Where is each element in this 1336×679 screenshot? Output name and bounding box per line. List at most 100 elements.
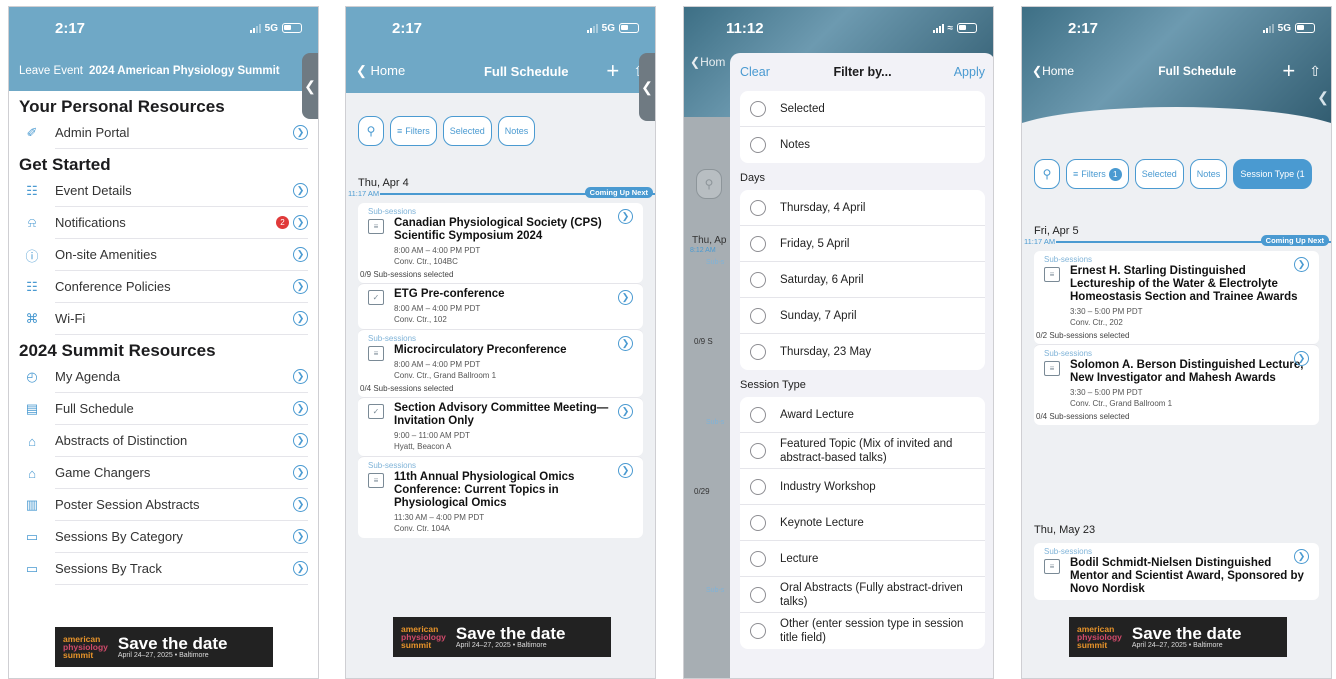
filters-button[interactable]: ≡ Filters — [390, 116, 437, 146]
session-card[interactable]: Sub-sessions ❯ ≡ Microcirculatory Preconfer… — [358, 329, 643, 397]
summit-logo: american physiology summit — [401, 624, 446, 650]
day-option[interactable]: Saturday, 6 April — [740, 262, 985, 298]
session-title: 11th Annual Physiological Omics Conferen… — [394, 471, 575, 509]
radio-icon[interactable] — [750, 100, 766, 117]
chevron-right-icon[interactable]: ❯ — [618, 336, 633, 351]
chevron-right-icon[interactable]: ❯ — [1294, 351, 1309, 366]
session-card[interactable]: ❯ ✓ Section Advisory Committee Meeting—Inv… — [358, 397, 643, 456]
chevron-left-icon: ❮ — [1317, 88, 1329, 105]
back-button[interactable]: ❮Home — [1032, 64, 1112, 78]
clear-button[interactable]: Clear — [740, 65, 800, 79]
chevron-right-icon: ❯ — [293, 247, 308, 262]
notes-chip[interactable]: Notes — [497, 116, 536, 146]
search-button[interactable]: ⚲ — [358, 116, 384, 146]
session-card[interactable]: Sub-sessions ❯ ≡ Canadian Physiological Soc… — [358, 203, 643, 283]
menu-item[interactable]: ⌘ Wi-Fi ❯ — [9, 303, 318, 335]
radio-icon[interactable] — [750, 478, 766, 495]
radio-icon[interactable] — [750, 271, 766, 288]
radio-icon[interactable] — [750, 442, 766, 459]
chevron-right-icon[interactable]: ❯ — [618, 209, 633, 224]
leave-event-link[interactable]: Leave Event — [19, 65, 83, 77]
back-button[interactable]: ❮ Home — [356, 63, 436, 79]
session-type-option[interactable]: Oral Abstracts (Fully abstract-driven ta… — [740, 577, 985, 613]
save-the-date-banner[interactable]: american physiology summit Save the date Ap… — [55, 627, 273, 667]
apply-button[interactable]: Apply — [925, 65, 985, 79]
menu-item[interactable]: ✐ Admin Portal ❯ — [9, 117, 318, 149]
chevron-right-icon[interactable]: ❯ — [618, 463, 633, 478]
quick-filter-option[interactable]: Notes — [740, 127, 985, 163]
menu-item[interactable]: ▤ Full Schedule ❯ — [9, 393, 318, 425]
radio-icon[interactable] — [750, 344, 766, 360]
selected-chip[interactable]: Selected — [442, 116, 492, 146]
session-card[interactable]: Sub-sessions ❯ ≡ Solomon A. Berson Distingu… — [1034, 344, 1319, 425]
day-option[interactable]: Friday, 5 April — [740, 226, 985, 262]
chevron-left-icon: ❮ — [356, 63, 367, 78]
session-type-option-label: Award Lecture — [780, 408, 854, 421]
radio-icon[interactable] — [750, 586, 766, 603]
chevron-right-icon[interactable]: ❯ — [618, 404, 633, 419]
radio-icon[interactable] — [750, 406, 766, 423]
menu-item-icon: ▭ — [25, 561, 39, 576]
day-option[interactable]: Sunday, 7 April — [740, 298, 985, 334]
radio-icon[interactable] — [750, 550, 766, 567]
notes-chip[interactable]: Notes — [1189, 159, 1228, 189]
radio-icon[interactable] — [750, 235, 766, 252]
save-the-date-banner[interactable]: american physiology summit Save the date Ap… — [1069, 617, 1287, 657]
side-drawer-handle[interactable]: ❮ — [1315, 67, 1331, 127]
menu-item[interactable]: ☷ Conference Policies ❯ — [9, 271, 318, 303]
section-heading: Get Started — [19, 155, 111, 174]
session-title: Section Advisory Committee Meeting—Invit… — [394, 402, 609, 427]
menu-item[interactable]: ☷ Event Details ❯ — [9, 175, 318, 207]
page-title: Full Schedule — [1158, 64, 1237, 78]
session-type-chip[interactable]: Session Type (1 — [1233, 159, 1312, 189]
session-type-option[interactable]: Featured Topic (Mix of invited and abstr… — [740, 433, 985, 469]
session-card[interactable]: ❯ ✓ ETG Pre-conference 8:00 AM – 4:00 PM PD… — [358, 283, 643, 329]
resource-menu: Your Personal Resources ✐ Admin Portal ❯ Get… — [9, 91, 318, 585]
session-type-option[interactable]: Keynote Lecture — [740, 505, 985, 541]
session-type-option-label: Featured Topic (Mix of invited and abstr… — [780, 437, 953, 464]
quick-filter-option[interactable]: Selected — [740, 91, 985, 127]
filter-screen: 11:12 ≈ ❮Hom ⚲ Thu, Ap 8:12 AM Sub-s 0/9… — [683, 6, 994, 679]
radio-icon[interactable] — [750, 623, 766, 639]
session-card[interactable]: Sub-sessions ❯ ≡ Ernest H. Starling Disting… — [1034, 251, 1319, 344]
menu-item[interactable]: ▭ Sessions By Category ❯ — [9, 521, 318, 553]
side-drawer-handle[interactable]: ❮ — [639, 53, 655, 121]
session-type-option[interactable]: Other (enter session type in session tit… — [740, 613, 985, 649]
menu-item[interactable]: ⍾ Notifications 2 ❯ — [9, 207, 318, 239]
radio-icon[interactable] — [750, 514, 766, 531]
session-type-option[interactable]: Lecture — [740, 541, 985, 577]
filters-button[interactable]: ≡ Filters 1 — [1066, 159, 1129, 189]
chevron-right-icon[interactable]: ❯ — [618, 290, 633, 305]
session-time: 11:30 AM – 4:00 PM PDT — [394, 513, 485, 522]
banner-subtitle: April 24–27, 2025 • Baltimore — [1131, 642, 1223, 649]
menu-item[interactable]: ▥ Poster Session Abstracts ❯ — [9, 489, 318, 521]
menu-item-icon: ⍾ — [27, 215, 37, 230]
add-icon[interactable]: + — [606, 58, 619, 84]
radio-icon[interactable] — [750, 199, 766, 216]
menu-item[interactable]: ◴ My Agenda ❯ — [9, 361, 318, 393]
radio-icon[interactable] — [750, 137, 766, 153]
search-button[interactable]: ⚲ — [1034, 159, 1060, 189]
add-icon[interactable]: + — [1282, 58, 1295, 84]
network-label: 5G — [1277, 22, 1291, 34]
chevron-right-icon[interactable]: ❯ — [1294, 549, 1309, 564]
session-location: Conv. Ctr., 102 — [394, 315, 447, 324]
session-time: 8:00 AM – 4:00 PM PDT — [394, 360, 481, 369]
session-type-option[interactable]: Industry Workshop — [740, 469, 985, 505]
session-card[interactable]: Sub-sessions ❯ ≡ Bodil Schmidt-Nielsen Dist… — [1034, 543, 1319, 600]
menu-item[interactable]: ⌂ Abstracts of Distinction ❯ — [9, 425, 318, 457]
day-option[interactable]: Thursday, 23 May — [740, 334, 985, 370]
day-option[interactable]: Thursday, 4 April — [740, 190, 985, 226]
save-the-date-banner[interactable]: american physiology summit Save the date Ap… — [393, 617, 611, 657]
selected-chip[interactable]: Selected — [1134, 159, 1184, 189]
menu-item[interactable]: ▭ Sessions By Track ❯ — [9, 553, 318, 585]
current-time-label: 11:17 AM — [1024, 237, 1056, 246]
menu-item-label: My Agenda — [55, 369, 121, 384]
battery-icon — [957, 23, 977, 33]
session-card[interactable]: Sub-sessions ❯ ≡ 11th Annual Physiological … — [358, 456, 643, 538]
menu-item[interactable]: ⓘ On-site Amenities ❯ — [9, 239, 318, 271]
menu-item[interactable]: ⌂ Game Changers ❯ — [9, 457, 318, 489]
radio-icon[interactable] — [750, 307, 766, 324]
chevron-right-icon[interactable]: ❯ — [1294, 257, 1309, 272]
session-type-option[interactable]: Award Lecture — [740, 397, 985, 433]
